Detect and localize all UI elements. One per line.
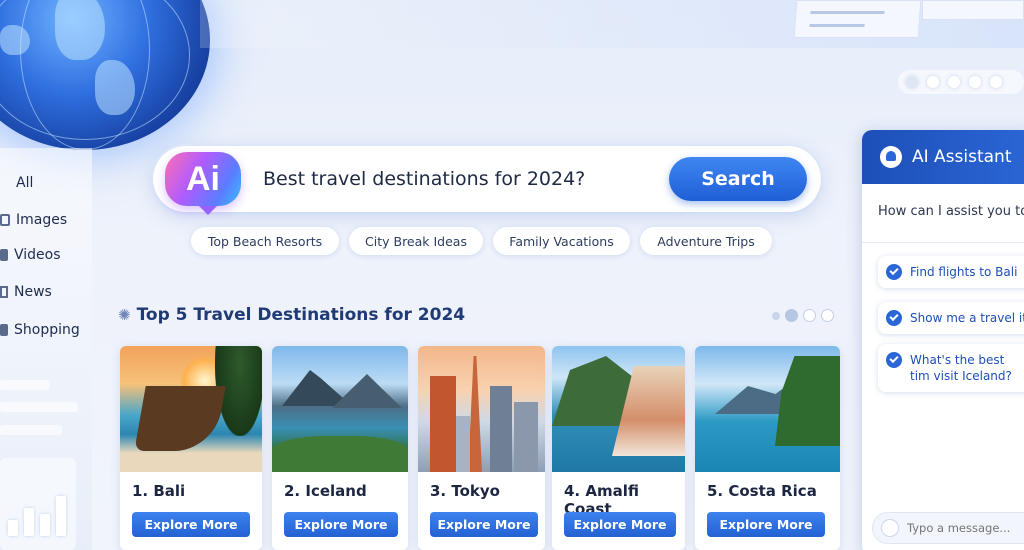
nav-label: All bbox=[16, 175, 34, 191]
nav-label: Images bbox=[16, 212, 68, 228]
costa-rica-photo bbox=[695, 346, 840, 472]
nav-item-shopping[interactable]: Shopping bbox=[0, 318, 80, 342]
destination-card-tokyo[interactable]: 3. Tokyo Explore More bbox=[418, 346, 545, 550]
section-title: ✺ Top 5 Travel Destinations for 2024 bbox=[118, 305, 465, 325]
message-box bbox=[872, 512, 1024, 544]
suggestion-best-time-iceland[interactable]: What's the best tim visit Iceland? bbox=[878, 344, 1024, 392]
suggestion-text: Show me a travel itin bbox=[910, 311, 1024, 325]
page-indicator[interactable] bbox=[898, 70, 1024, 94]
assistant-title: AI Assistant bbox=[912, 147, 1012, 167]
check-icon bbox=[886, 352, 902, 368]
amalfi-coast-photo bbox=[552, 346, 685, 472]
news-icon bbox=[0, 286, 8, 298]
iceland-photo bbox=[272, 346, 408, 472]
decorative-document bbox=[793, 0, 922, 38]
sparkle-icon: ✺ bbox=[118, 306, 131, 324]
video-icon bbox=[0, 249, 8, 261]
nav-label: News bbox=[14, 284, 52, 300]
destination-card-costa-rica[interactable]: 5. Costa Rica Explore More bbox=[695, 346, 840, 550]
assistant-header: AI Assistant bbox=[862, 130, 1024, 184]
destination-name: 5. Costa Rica bbox=[707, 482, 817, 500]
decorative-document bbox=[922, 0, 1024, 20]
destination-card-iceland[interactable]: 2. Iceland Explore More bbox=[272, 346, 408, 550]
search-button[interactable]: Search bbox=[669, 157, 807, 201]
check-icon bbox=[886, 264, 902, 280]
message-input[interactable] bbox=[907, 521, 1024, 535]
chip-top-beach-resorts[interactable]: Top Beach Resorts bbox=[191, 227, 339, 255]
divider bbox=[862, 242, 1024, 243]
logo-text: Ai bbox=[186, 159, 220, 198]
assistant-greeting: How can I assist you to bbox=[878, 204, 1024, 219]
carousel-pagination[interactable] bbox=[772, 309, 834, 322]
ai-logo-icon: Ai bbox=[165, 152, 241, 215]
destination-name: 2. Iceland bbox=[284, 482, 367, 500]
nav-label: Shopping bbox=[14, 322, 80, 338]
ai-assistant-panel: AI Assistant How can I assist you to Fin… bbox=[862, 130, 1024, 550]
chip-family-vacations[interactable]: Family Vacations bbox=[493, 227, 630, 255]
suggestion-text: Find flights to Bali bbox=[910, 265, 1018, 279]
bali-photo bbox=[120, 346, 262, 472]
shopping-icon bbox=[0, 324, 8, 336]
nav-item-news[interactable]: News bbox=[0, 280, 52, 304]
suggestion-text: What's the best tim visit Iceland? bbox=[910, 353, 1012, 383]
suggestion-travel-itinerary[interactable]: Show me a travel itin bbox=[878, 302, 1024, 334]
search-input[interactable] bbox=[263, 164, 643, 194]
search-bar: Ai Search bbox=[153, 146, 821, 215]
destination-name: 1. Bali bbox=[132, 482, 186, 500]
chart-widget bbox=[0, 458, 76, 550]
chip-adventure-trips[interactable]: Adventure Trips bbox=[640, 227, 772, 255]
explore-more-button[interactable]: Explore More bbox=[564, 512, 676, 537]
section-title-text: Top 5 Travel Destinations for 2024 bbox=[136, 305, 466, 325]
explore-more-button[interactable]: Explore More bbox=[430, 512, 538, 537]
tokyo-photo bbox=[418, 346, 545, 472]
nav-item-videos[interactable]: Videos bbox=[0, 243, 61, 267]
suggestion-find-flights[interactable]: Find flights to Bali bbox=[878, 256, 1024, 288]
attach-icon[interactable] bbox=[881, 519, 899, 537]
explore-more-button[interactable]: Explore More bbox=[284, 512, 398, 537]
nav-item-all[interactable]: All bbox=[0, 171, 33, 195]
destination-name: 3. Tokyo bbox=[430, 482, 500, 500]
image-icon bbox=[0, 214, 10, 226]
nav-item-images[interactable]: Images bbox=[0, 208, 67, 232]
assistant-avatar-icon bbox=[880, 146, 902, 168]
check-icon bbox=[886, 310, 902, 326]
globe-illustration bbox=[0, 0, 210, 150]
explore-more-button[interactable]: Explore More bbox=[132, 512, 250, 537]
chip-city-break-ideas[interactable]: City Break Ideas bbox=[349, 227, 483, 255]
destination-card-bali[interactable]: 1. Bali Explore More bbox=[120, 346, 262, 550]
destination-card-amalfi-coast[interactable]: 4. Amalfi Coast Explore More bbox=[552, 346, 685, 550]
nav-label: Videos bbox=[14, 247, 61, 263]
explore-more-button[interactable]: Explore More bbox=[707, 512, 825, 537]
